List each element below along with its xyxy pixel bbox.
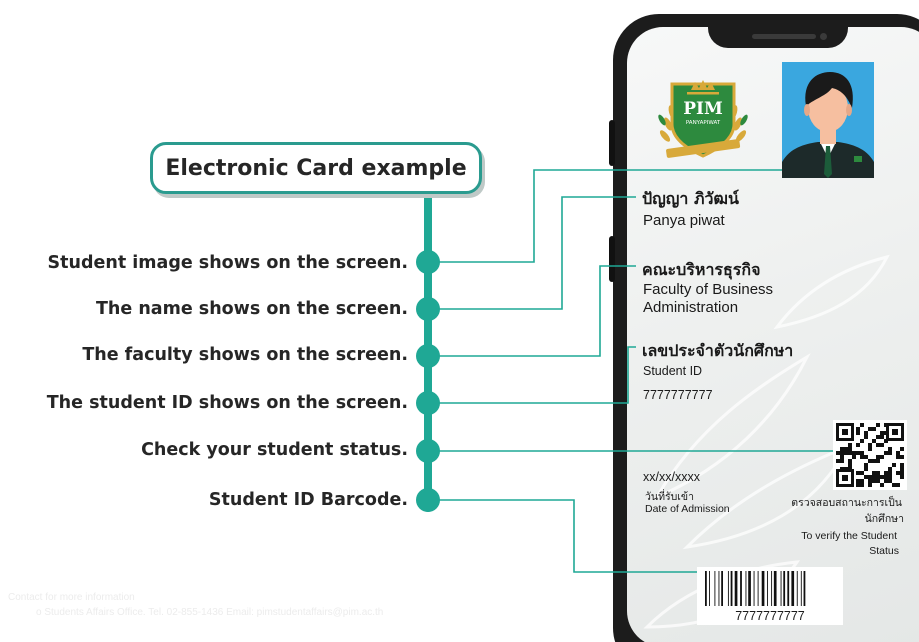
callout-connectors [436, 169, 833, 573]
label-student-image: Student image shows on the screen. [47, 253, 408, 273]
connector-barcode [436, 499, 697, 573]
footer-contact-details: o Students Affairs Office. Tel. 02-855-1… [36, 607, 384, 618]
marker-dot [416, 344, 440, 368]
marker-dot [416, 391, 440, 415]
marker-dot [416, 488, 440, 512]
marker-dot [416, 297, 440, 321]
marker-dot [416, 250, 440, 274]
label-student-status: Check your student status. [141, 440, 408, 460]
connector-photo [436, 169, 782, 263]
diagram: PIM PANYAPIWAT ปัญญา ภิวัฒน์ Panya piwat… [0, 0, 919, 642]
label-barcode: Student ID Barcode. [208, 490, 408, 510]
connector-name [436, 196, 636, 310]
label-name: The name shows on the screen. [95, 299, 408, 319]
label-student-id: The student ID shows on the screen. [46, 393, 408, 413]
connector-faculty [436, 265, 636, 357]
diagram-title: Electronic Card example [150, 142, 482, 194]
marker-dot [416, 439, 440, 463]
footer-contact-heading: Contact for more information [8, 592, 135, 603]
label-faculty: The faculty shows on the screen. [82, 345, 408, 365]
